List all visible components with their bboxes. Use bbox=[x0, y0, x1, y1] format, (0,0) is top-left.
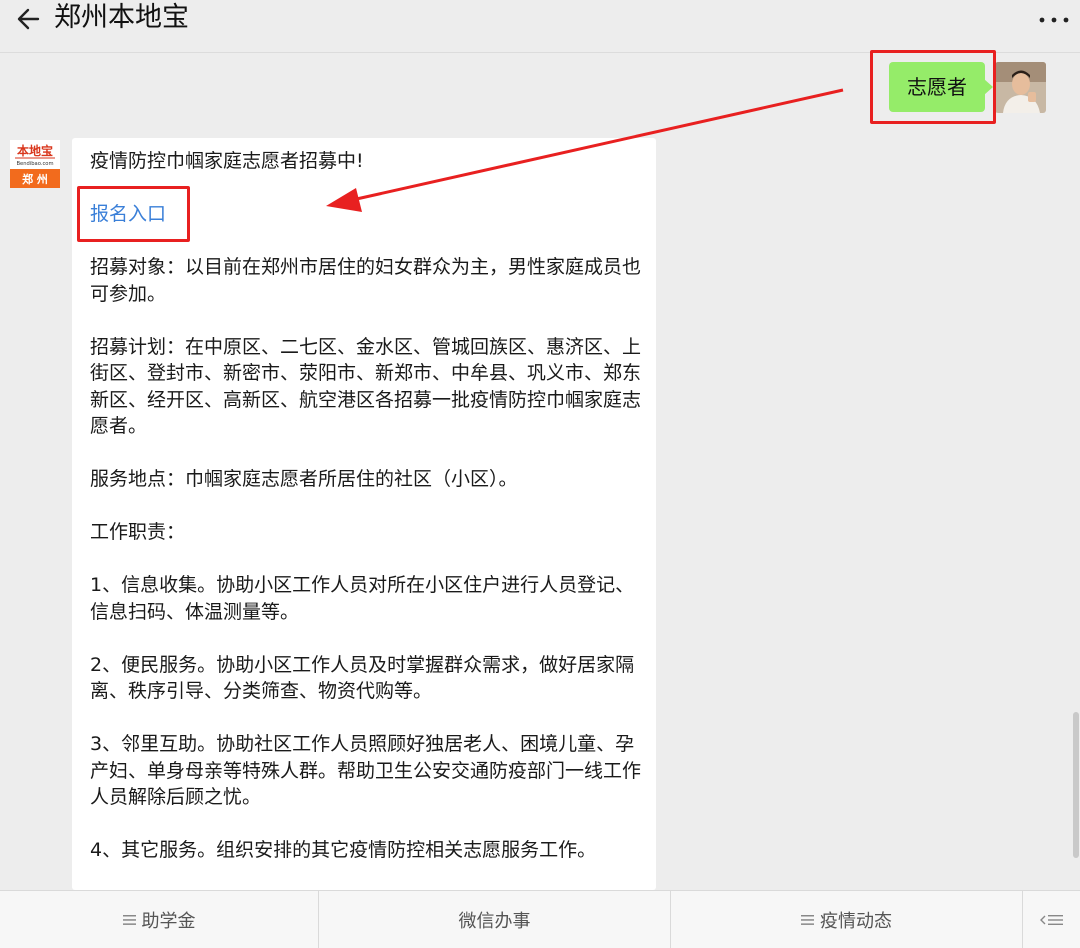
more-dots-icon[interactable] bbox=[1038, 12, 1070, 24]
menu-item-label: 助学金 bbox=[141, 911, 196, 932]
duty-item: 3、邻里互助。协助社区工作人员照顾好独居老人、困境儿童、孕产妇、单身母亲等特殊人… bbox=[90, 733, 642, 808]
highlight-frame-user-message bbox=[870, 50, 996, 124]
user-avatar[interactable] bbox=[995, 62, 1046, 113]
recruit-target-text: 招募对象：以目前在郑州市居住的妇女群众为主，男性家庭成员也可参加。 bbox=[90, 256, 642, 305]
bottom-menu-bar: 助学金 微信办事 疫情动态 bbox=[0, 890, 1080, 948]
highlight-frame-signup-link bbox=[77, 186, 190, 242]
message-headline: 疫情防控巾帼家庭志愿者招募中! bbox=[90, 150, 364, 172]
service-location-text: 服务地点：巾帼家庭志愿者所居住的社区（小区）。 bbox=[90, 468, 518, 490]
bot-avatar[interactable]: 本地宝 Bendibao.com 郑 州 bbox=[10, 140, 60, 188]
arrow-left-icon[interactable] bbox=[14, 4, 44, 34]
svg-text:Bendibao.com: Bendibao.com bbox=[16, 161, 53, 167]
scrollbar-thumb[interactable] bbox=[1073, 712, 1079, 858]
duty-item: 4、其它服务。组织安排的其它疫情防控相关志愿服务工作。 bbox=[90, 839, 597, 861]
user-avatar-image bbox=[995, 62, 1046, 113]
duty-item: 2、便民服务。协助小区工作人员及时掌握群众需求，做好居家隔离、秩序引导、分类筛查… bbox=[90, 653, 635, 703]
menu-lines-icon bbox=[122, 915, 136, 925]
keyboard-toggle-button[interactable] bbox=[1022, 891, 1080, 948]
menu-item-label: 疫情动态 bbox=[820, 911, 892, 932]
recruit-plan-text: 招募计划：在中原区、二七区、金水区、管城回族区、惠济区、上街区、登封市、新密市、… bbox=[90, 335, 642, 438]
menu-lines-icon bbox=[801, 915, 814, 925]
menu-item-epidemic-news[interactable]: 疫情动态 bbox=[670, 891, 1022, 948]
svg-text:郑 州: 郑 州 bbox=[22, 172, 48, 186]
bendibao-logo-icon: 本地宝 Bendibao.com 郑 州 bbox=[10, 140, 60, 188]
page-title: 郑州本地宝 bbox=[54, 2, 189, 33]
menu-item-scholarship[interactable]: 助学金 bbox=[0, 891, 318, 948]
menu-item-wechat-services[interactable]: 微信办事 bbox=[318, 891, 670, 948]
bot-message-card: 疫情防控巾帼家庭志愿者招募中! 报名入口 招募对象：以目前在郑州市居住的妇女群众… bbox=[72, 138, 656, 890]
svg-text:本地宝: 本地宝 bbox=[17, 143, 53, 158]
keyboard-toggle-icon bbox=[1039, 915, 1063, 925]
duty-item: 1、信息收集。协助小区工作人员对所在小区住户进行人员登记、信息扫码、体温测量等。 bbox=[90, 574, 635, 623]
duties-heading: 工作职责： bbox=[90, 521, 186, 543]
menu-item-label: 微信办事 bbox=[458, 911, 531, 932]
title-bar: 郑州本地宝 bbox=[0, 0, 1080, 53]
